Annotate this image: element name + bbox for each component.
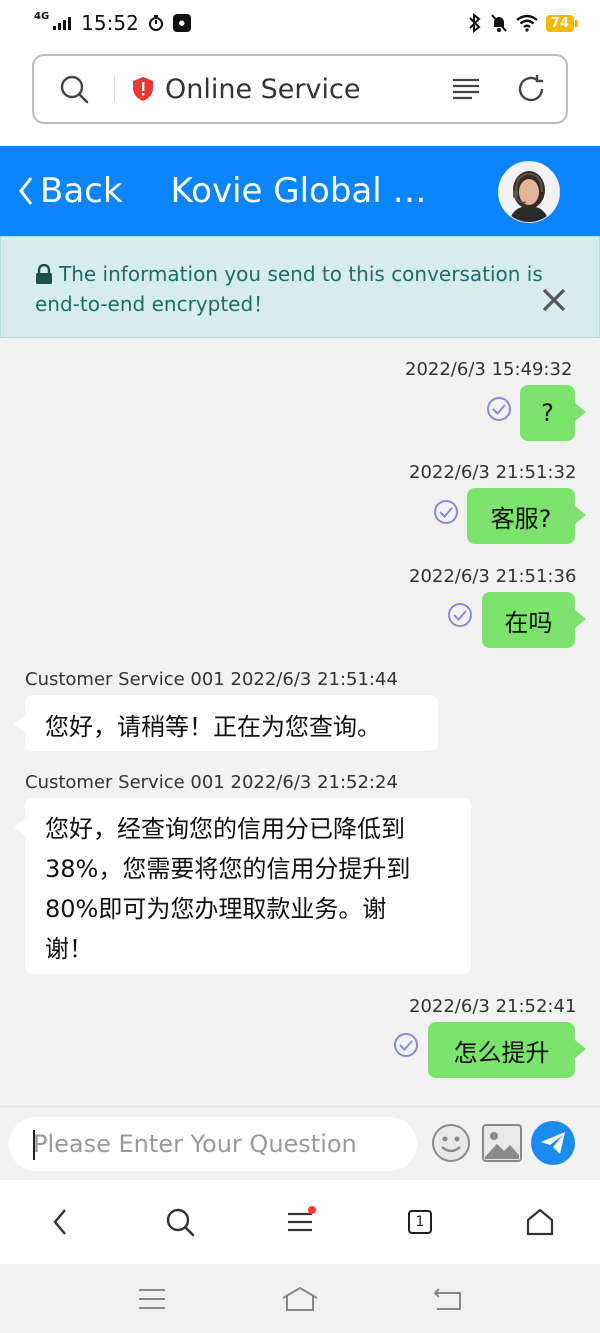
read-check-icon (487, 397, 511, 421)
message-timestamp: 2022/6/3 21:51:32 (409, 462, 577, 483)
reload-button[interactable] (496, 74, 566, 104)
signal-icon (53, 16, 72, 30)
address-bar[interactable]: Online Service (32, 54, 568, 124)
message-line: 谢！ (45, 935, 93, 963)
status-bar: 4G 15:52 ● 74 (0, 0, 600, 46)
read-check-icon (434, 500, 458, 524)
question-input[interactable] (9, 1117, 417, 1171)
incoming-message-bubble: 您好，请稍等！正在为您查询。 (14, 695, 438, 751)
lines-menu-icon (453, 78, 479, 100)
image-upload-icon[interactable] (482, 1124, 522, 1162)
close-icon[interactable] (541, 287, 567, 313)
encryption-notice: The information you send to this convers… (0, 236, 600, 338)
network-type: 4G (34, 11, 50, 22)
reload-icon (518, 75, 544, 102)
timer-icon (148, 15, 163, 31)
search-icon (60, 75, 89, 104)
chat-header: Back Kovie Global L… (0, 146, 600, 236)
outgoing-message-bubble: 怎么提升 (428, 1022, 586, 1078)
outgoing-message-bubble: 在吗 (482, 592, 586, 648)
message-text: 您好，请稍等！正在为您查询。 (45, 713, 381, 741)
wifi-icon (516, 14, 538, 32)
home-icon (526, 1208, 554, 1236)
message-timestamp: 2022/6/3 21:52:24 (230, 772, 398, 793)
back-arrow-icon[interactable] (433, 1287, 463, 1311)
paper-plane-icon (541, 1132, 565, 1154)
hamburger-icon (288, 1212, 312, 1232)
message-sender-line: Customer Service 001 2022/6/3 21:51:44 (25, 669, 398, 690)
send-button[interactable] (531, 1121, 575, 1165)
message-timestamp: 2022/6/3 21:52:41 (409, 996, 577, 1017)
tabs-button[interactable]: 1 (390, 1192, 450, 1252)
notification-dot (308, 1206, 316, 1214)
sender-name: Customer Service 001 (25, 669, 225, 690)
system-navigation-bar (0, 1264, 600, 1333)
read-check-icon (448, 603, 472, 627)
avatar[interactable] (498, 161, 560, 223)
sender-name: Customer Service 001 (25, 772, 225, 793)
app-notification-icon: ● (172, 14, 191, 32)
message-composer (0, 1106, 600, 1181)
home-icon[interactable] (281, 1286, 319, 1312)
browser-navigation-bar: 1 (0, 1180, 600, 1264)
search-icon (166, 1208, 195, 1237)
lock-icon (36, 264, 52, 284)
outgoing-message-bubble: ? (520, 385, 586, 441)
emoji-icon[interactable] (431, 1123, 471, 1163)
menu-button[interactable] (436, 77, 496, 101)
browser-search-button[interactable] (150, 1192, 210, 1252)
shield-icon (133, 77, 153, 101)
home-button[interactable] (510, 1192, 570, 1252)
mute-icon (491, 14, 507, 32)
page-title: Online Service (165, 73, 361, 105)
tab-count: 1 (408, 1210, 432, 1234)
browser-toolbar: Online Service (0, 46, 600, 146)
incoming-message-bubble: 您好，经查询您的信用分已降低到 38%，您需要将您的信用分提升到 80%即可为您… (14, 798, 471, 974)
chevron-left-icon (19, 177, 33, 205)
divider (114, 76, 115, 102)
search-button[interactable] (34, 74, 114, 104)
message-sender-line: Customer Service 001 2022/6/3 21:52:24 (25, 772, 398, 793)
message-timestamp: 2022/6/3 21:51:44 (230, 669, 398, 690)
encryption-notice-text: The information you send to this convers… (35, 262, 543, 316)
message-line: 您好，经查询您的信用分已降低到 (45, 815, 405, 843)
outgoing-message-bubble: 客服? (467, 488, 586, 544)
chat-title: Kovie Global L… (170, 171, 441, 211)
chevron-left-icon (53, 1209, 66, 1235)
message-timestamp: 2022/6/3 21:51:36 (409, 566, 577, 587)
recents-icon[interactable] (137, 1287, 167, 1311)
read-check-icon (394, 1033, 418, 1057)
clock: 15:52 (81, 11, 139, 35)
message-line: 38%，您需要将您的信用分提升到 (45, 855, 411, 883)
bluetooth-icon (469, 13, 481, 33)
text-caret (33, 1130, 35, 1160)
message-line: 80%即可为您办理取款业务。谢 (45, 895, 387, 923)
back-label: Back (40, 171, 123, 211)
message-timestamp: 2022/6/3 15:49:32 (405, 359, 573, 380)
back-button[interactable]: Back (18, 171, 123, 211)
browser-back-button[interactable] (30, 1192, 90, 1252)
browser-menu-button[interactable] (270, 1192, 330, 1252)
agent-avatar-icon (499, 162, 559, 222)
battery-icon: 74 (545, 14, 579, 32)
